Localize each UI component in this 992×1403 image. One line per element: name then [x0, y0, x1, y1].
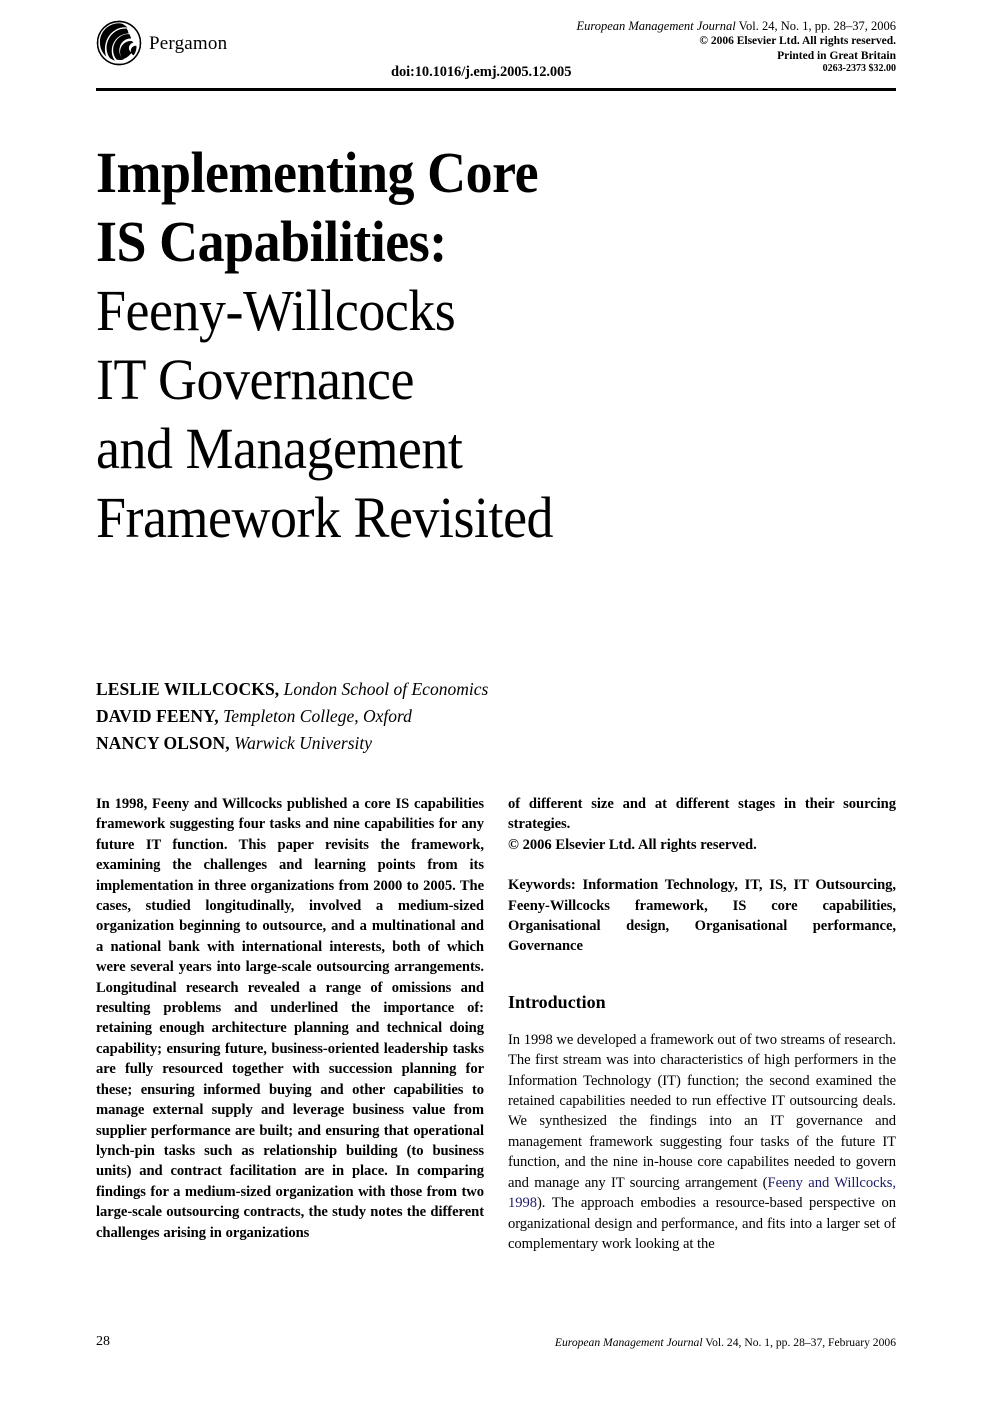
publisher-name: Pergamon — [149, 32, 228, 54]
footer-journal-details: Vol. 24, No. 1, pp. 28–37, February 2006 — [702, 1336, 896, 1349]
intro-text-before-citation: In 1998 we developed a framework out of … — [508, 1031, 896, 1191]
publisher-logo-block: Pergamon — [96, 20, 227, 66]
journal-citation-block: European Management Journal Vol. 24, No.… — [576, 18, 896, 76]
author-name: NANCY OLSON, — [96, 733, 230, 753]
author-affiliation: London School of Economics — [283, 679, 489, 699]
footer-journal-citation: European Management Journal Vol. 24, No.… — [555, 1336, 896, 1349]
author-name: LESLIE WILLCOCKS, — [96, 679, 280, 699]
page-number: 28 — [96, 1334, 110, 1349]
column-left: In 1998, Feeny and Willcocks published a… — [96, 794, 484, 1243]
author-affiliation: Warwick University — [234, 733, 373, 753]
footer-journal-title: European Management Journal — [554, 1336, 703, 1349]
issn-price-line: 0263-2373 $32.00 — [822, 63, 896, 75]
title-line-3: Feeny-Willcocks — [96, 278, 456, 343]
masthead: Pergamon European Management Journal Vol… — [96, 18, 896, 82]
title-line-6: Framework Revisited — [96, 485, 554, 550]
author-affiliation: Templeton College, Oxford — [223, 706, 412, 726]
abstract-continuation: of different size and at different stage… — [508, 794, 896, 855]
title-line-4: IT Governance — [96, 347, 414, 412]
abstract-section: In 1998, Feeny and Willcocks published a… — [96, 794, 484, 1243]
author-entry: NANCY OLSON, Warwick University — [96, 730, 616, 757]
page-title: Implementing Core IS Capabilities: Feeny… — [96, 138, 856, 552]
abstract-text-part1: In 1998, Feeny and Willcocks published a… — [96, 796, 484, 1241]
intro-text-after-citation: ). The approach embodies a resource-base… — [508, 1195, 896, 1252]
journal-citation-line: European Management Journal Vol. 24, No.… — [576, 18, 896, 34]
doi-line: doi:10.1016/j.emj.2005.12.005 — [391, 64, 572, 80]
journal-volume-pages: Vol. 24, No. 1, pp. 28–37, 2006 — [735, 19, 896, 33]
keywords-block: Keywords: Information Technology, IT, IS… — [508, 875, 896, 957]
copyright-line: © 2006 Elsevier Ltd. All rights reserved… — [699, 35, 896, 47]
abstract-text-part2: of different size and at different stage… — [508, 796, 896, 833]
title-line-2: IS Capabilities: — [96, 209, 447, 274]
header-divider — [96, 88, 896, 91]
author-entry: LESLIE WILLCOCKS, London School of Econo… — [96, 676, 616, 703]
keywords-label: Keywords: — [508, 877, 576, 894]
author-entry: DAVID FEENY, Templeton College, Oxford — [96, 703, 616, 730]
journal-title: European Management Journal — [576, 19, 736, 33]
title-line-5: and Management — [96, 416, 463, 481]
author-name: DAVID FEENY, — [96, 706, 219, 726]
section-heading-introduction: Introduction — [508, 991, 606, 1012]
abstract-copyright: © 2006 Elsevier Ltd. All rights reserved… — [508, 836, 757, 853]
author-list: LESLIE WILLCOCKS, London School of Econo… — [96, 676, 616, 757]
introduction-paragraph-1: In 1998 we developed a framework out of … — [508, 1030, 896, 1254]
article-page: Pergamon European Management Journal Vol… — [0, 0, 992, 1403]
printed-in-line: Printed in Great Britain — [777, 49, 896, 62]
page-footer: 28 European Management Journal Vol. 24, … — [96, 1334, 896, 1352]
column-right: of different size and at different stage… — [508, 794, 896, 1254]
title-line-1: Implementing Core — [96, 140, 539, 205]
pergamon-logo-icon — [96, 20, 142, 66]
